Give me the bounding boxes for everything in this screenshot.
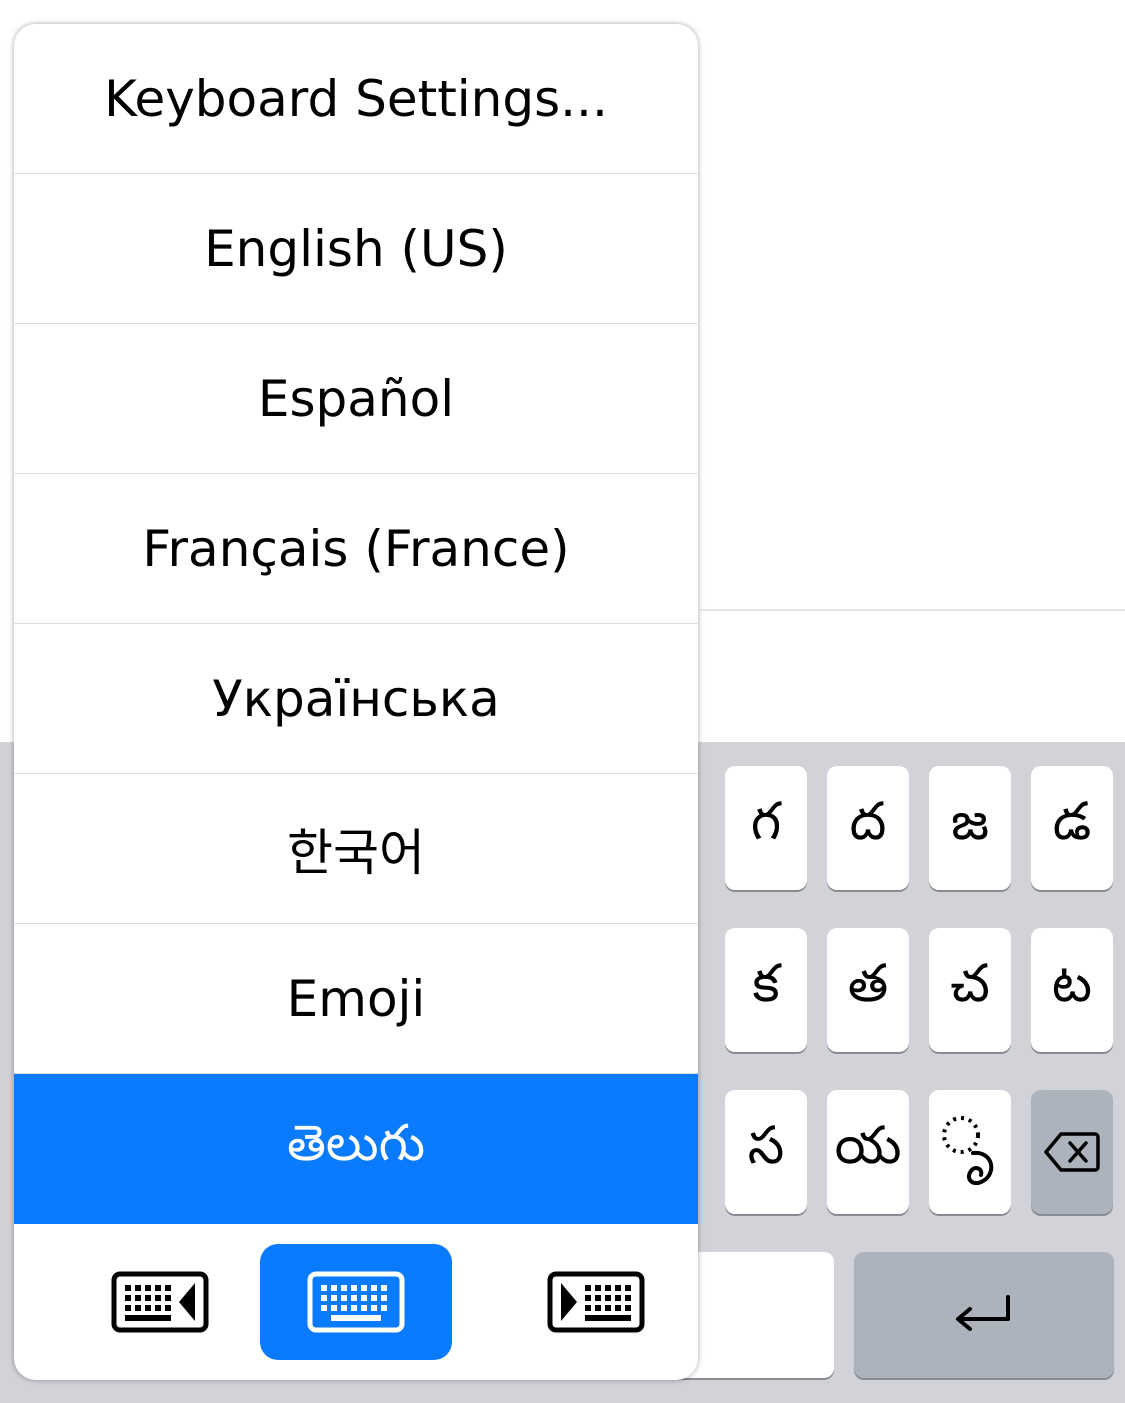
return-key[interactable] — [854, 1252, 1114, 1378]
keyboard-left-icon — [111, 1271, 209, 1333]
menu-item-keyboard-settings[interactable]: Keyboard Settings... — [14, 24, 698, 174]
keyboard-center-button[interactable] — [260, 1244, 452, 1360]
keyboard-layout-selector — [14, 1224, 698, 1380]
key-ya[interactable]: య — [827, 1090, 909, 1214]
key-ta[interactable]: త — [827, 928, 909, 1052]
menu-item-francais[interactable]: Français (France) — [14, 474, 698, 624]
key-ja[interactable]: జ — [929, 766, 1011, 890]
menu-item-korean[interactable]: 한국어 — [14, 774, 698, 924]
key-vocalic-r[interactable] — [929, 1090, 1011, 1214]
key-dda[interactable]: డ — [1031, 766, 1113, 890]
key-da[interactable]: ద — [827, 766, 909, 890]
return-icon — [956, 1295, 1010, 1331]
menu-item-ukrainian[interactable]: Українська — [14, 624, 698, 774]
menu-item-english-us[interactable]: English (US) — [14, 174, 698, 324]
text-area-divider — [700, 609, 1125, 611]
delete-key[interactable] — [1031, 1090, 1113, 1214]
keyboard-left-button[interactable] — [64, 1244, 256, 1360]
menu-item-espanol[interactable]: Español — [14, 324, 698, 474]
key-tta[interactable]: ట — [1031, 928, 1113, 1052]
key-ka[interactable]: క — [725, 928, 807, 1052]
menu-item-emoji[interactable]: Emoji — [14, 924, 698, 1074]
input-switcher-menu: Keyboard Settings... English (US) Españo… — [14, 24, 698, 1380]
keyboard-center-icon — [307, 1271, 405, 1333]
menu-item-telugu[interactable]: తెలుగు — [14, 1074, 698, 1224]
key-ca[interactable]: చ — [929, 928, 1011, 1052]
vocalic-r-glyph-icon — [942, 1116, 994, 1186]
delete-icon — [1044, 1132, 1100, 1172]
keyboard-right-icon — [547, 1271, 645, 1333]
keyboard-right-button[interactable] — [500, 1244, 692, 1360]
key-sa[interactable]: స — [725, 1090, 807, 1214]
key-ga[interactable]: గ — [725, 766, 807, 890]
